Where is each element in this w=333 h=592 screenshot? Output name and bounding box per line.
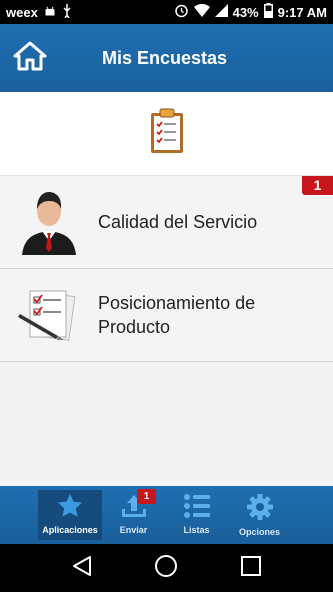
tab-label: Listas	[183, 525, 210, 535]
android-icon	[44, 5, 56, 20]
survey-title: Calidad del Servicio	[98, 212, 258, 232]
recents-icon[interactable]	[240, 555, 262, 582]
survey-title-cont: Producto	[98, 317, 171, 337]
gear-icon	[246, 493, 274, 523]
survey-list: Calidad del Servicio 1 Posicionamiento d…	[0, 176, 333, 486]
app-header: Mis Encuestas	[0, 24, 333, 92]
home-circle-icon[interactable]	[154, 554, 178, 583]
outbox-count-badge: 1	[137, 489, 156, 504]
survey-title: Posicionamiento de	[98, 293, 256, 313]
wifi-icon	[193, 3, 210, 20]
system-nav-bar	[0, 544, 333, 592]
carrier-label: weex	[6, 4, 38, 20]
back-icon[interactable]	[71, 555, 93, 582]
bottom-nav: Aplicaciones 1 Enviar Listas Opciones	[0, 486, 333, 544]
battery-percent: 43%	[232, 4, 259, 20]
tab-aplicaciones[interactable]: Aplicaciones	[38, 490, 102, 540]
tab-label: Opciones	[238, 527, 280, 537]
clipboard-icon	[149, 108, 185, 159]
survey-item-calidad[interactable]: Calidad del Servicio 1	[0, 176, 333, 269]
signal-icon	[214, 4, 228, 20]
usb-icon	[62, 3, 72, 21]
star-icon	[57, 493, 83, 521]
businessman-icon	[0, 176, 98, 269]
clock-time: 9:17 AM	[277, 4, 327, 20]
status-bar: weex 43% 9:17 AM	[0, 0, 333, 24]
alarm-icon	[174, 3, 189, 21]
home-icon	[13, 41, 47, 76]
surveys-banner	[0, 92, 333, 176]
checklist-pen-icon	[0, 269, 98, 362]
pending-count-badge: 1	[302, 176, 333, 195]
page-title: Mis Encuestas	[102, 47, 228, 68]
home-button[interactable]	[0, 24, 60, 92]
battery-icon	[263, 3, 273, 21]
tab-label: Enviar	[119, 525, 148, 535]
tab-enviar[interactable]: 1 Enviar	[102, 486, 165, 544]
tab-label: Aplicaciones	[42, 525, 98, 535]
tab-opciones[interactable]: Opciones	[228, 486, 291, 544]
tab-listas[interactable]: Listas	[165, 486, 228, 544]
list-icon	[183, 493, 211, 521]
survey-item-posicionamiento[interactable]: Posicionamiento de Producto	[0, 269, 333, 362]
